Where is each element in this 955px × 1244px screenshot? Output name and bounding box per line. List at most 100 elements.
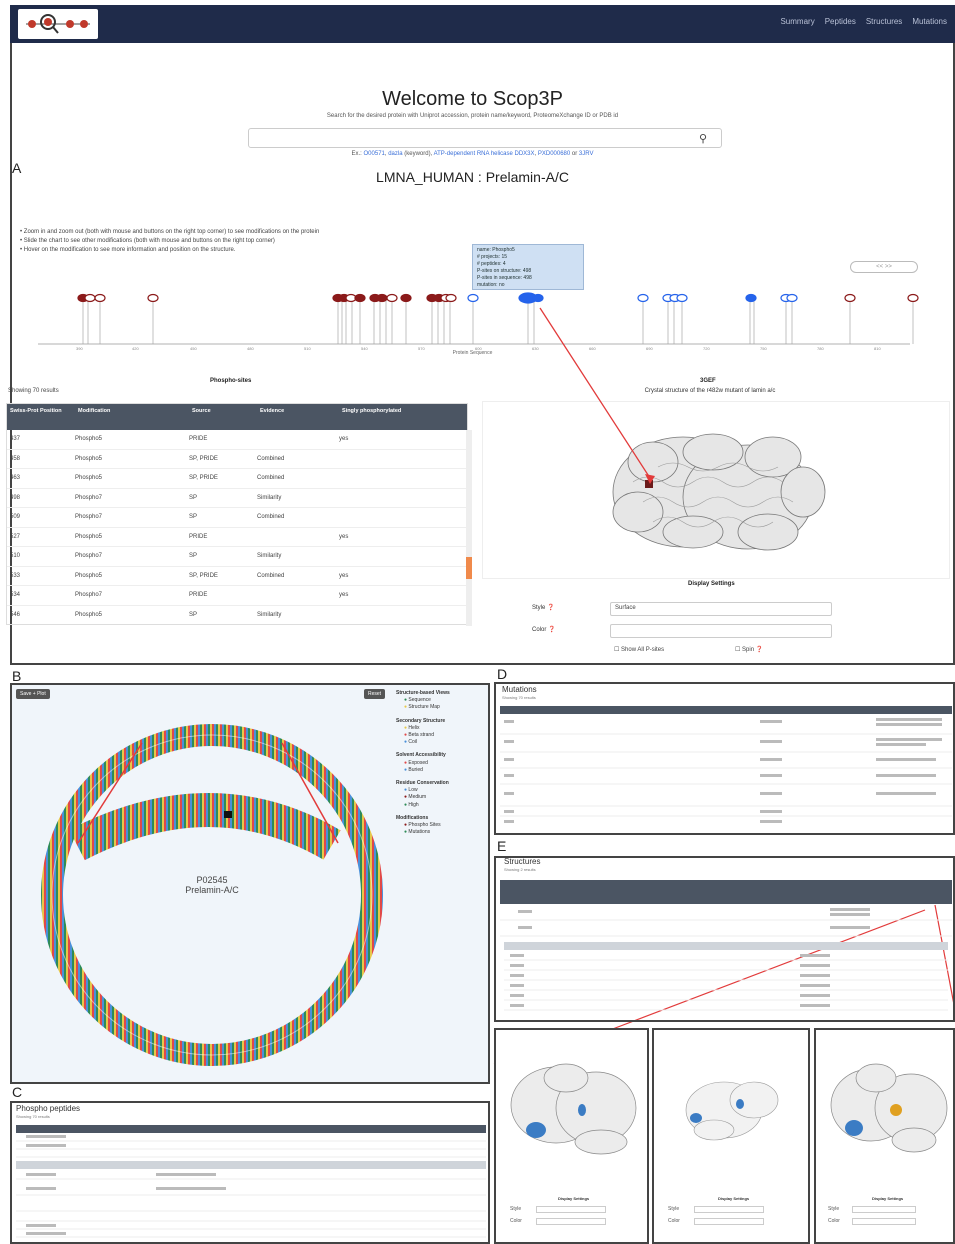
phospho-sites-blue[interactable] (467, 292, 798, 304)
viewer-color-select[interactable] (852, 1218, 916, 1225)
results-count: Showing 70 results (8, 388, 59, 394)
scop3p-logo[interactable] (18, 9, 98, 39)
table-cell: PRIDE (189, 592, 208, 599)
table-cell: SP (189, 494, 198, 501)
legend-item[interactable]: ● Mutations (396, 829, 486, 836)
zoom-control[interactable]: << >> (850, 261, 918, 273)
protein-render-1 (510, 1063, 637, 1155)
structure-viewer[interactable] (482, 401, 950, 579)
search-icon[interactable]: ⚲ (699, 132, 707, 145)
table-row[interactable]: 509 Phospho7 SP Combined (7, 508, 467, 528)
protein-render-3 (830, 1063, 948, 1153)
viewer-style-label: Style (828, 1206, 840, 1212)
protein-render-2 (685, 1081, 779, 1141)
example-link-3[interactable]: ATP-dependent RNA helicase DDX3X (434, 151, 535, 157)
circular-protein-plot[interactable] (32, 715, 392, 1075)
viewer-settings-title: Display Settings (872, 1196, 904, 1201)
table-scrollbar[interactable] (466, 430, 472, 626)
panel-d (494, 682, 955, 835)
table-cell: Combined (257, 475, 285, 482)
column-header[interactable]: Singly phosphorylated (339, 404, 459, 430)
table-cell: 498 (10, 494, 21, 501)
legend-item[interactable]: ● Helix (396, 725, 486, 732)
table-row[interactable]: 533 Phospho5 SP, PRIDE Combined yes (7, 567, 467, 586)
viewer-color-select[interactable] (536, 1218, 606, 1225)
phospho-sites-table: Swiss-Prot Position Modification Source … (6, 403, 468, 625)
structure-viewer-2[interactable]: Display Settings Style Color (652, 1028, 810, 1244)
reset-button[interactable]: Reset (364, 689, 386, 699)
table-row[interactable]: 546 Phospho5 SP Similarity (7, 606, 467, 625)
legend-item[interactable]: ● Low (396, 787, 486, 794)
nav-structures[interactable]: Structures (866, 17, 902, 26)
legend-item[interactable]: ● Buried (396, 767, 486, 774)
viewer-style-select[interactable] (536, 1206, 606, 1213)
viewer-style-select[interactable] (852, 1206, 916, 1213)
show-all-psites-checkbox[interactable]: ☐ Show All P-sites (614, 646, 664, 653)
legend-label: Beta strand (408, 732, 434, 739)
color-select[interactable] (610, 624, 832, 638)
highlighted-site (645, 480, 653, 488)
example-link-1[interactable]: O00571 (364, 151, 385, 157)
example-link-5[interactable]: 3JRV (579, 151, 594, 157)
table-row[interactable]: 498 Phospho7 SP Similarity (7, 489, 467, 508)
example-link-4[interactable]: PXD000680 (538, 151, 570, 157)
viewer-color-label: Color (668, 1218, 680, 1224)
table-row[interactable]: 527 Phospho5 PRIDE yes (7, 528, 467, 547)
viewer-color-label: Color (828, 1218, 840, 1224)
search-input[interactable]: ⚲ (248, 128, 722, 148)
viewer-color-label: Color (510, 1218, 522, 1224)
legend-item[interactable]: ● Exposed (396, 760, 486, 767)
table-cell: Combined (257, 455, 285, 462)
table-cell: Phospho5 (75, 455, 103, 462)
table-row[interactable]: 534 Phospho7 PRIDE yes (7, 586, 467, 606)
table-scroll-thumb[interactable] (466, 557, 472, 579)
structure-viewer-1[interactable]: Display Settings Style Color (494, 1028, 649, 1244)
nav-peptides[interactable]: Peptides (825, 17, 856, 26)
example-suffix-4: or (570, 151, 578, 157)
legend-item[interactable]: ● Medium (396, 794, 486, 801)
table-row[interactable]: 437 Phospho5 PRIDE yes (7, 430, 467, 450)
legend-item[interactable]: ● Structure Map (396, 704, 486, 711)
legend-item[interactable]: ● High (396, 802, 486, 809)
table-cell: Phospho7 (75, 514, 103, 521)
column-header[interactable]: Modification (75, 404, 189, 430)
table-row[interactable]: 510 Phospho7 SP Similarity (7, 547, 467, 567)
viewer-color-select[interactable] (694, 1218, 764, 1225)
legend-spacer (396, 836, 486, 842)
column-header[interactable]: Evidence (257, 404, 339, 430)
table-cell: 510 (10, 553, 21, 560)
table-cell: Combined (257, 572, 285, 579)
legend-item[interactable]: ● Phospho Sites (396, 822, 486, 829)
table-cell: Similarity (257, 611, 282, 618)
nav-mutations[interactable]: Mutations (912, 17, 947, 26)
column-header[interactable]: Swiss-Prot Position (7, 404, 75, 430)
table-row[interactable]: 458 Phospho5 SP, PRIDE Combined (7, 450, 467, 469)
structure-pdb-title: 3GEF (700, 378, 716, 384)
lollipop-group (82, 299, 914, 344)
protein-title: LMNA_HUMAN : Prelamin-A/C (376, 169, 569, 185)
search-hint: Search for the desired protein with Unip… (326, 113, 619, 119)
viewer-style-select[interactable] (694, 1206, 764, 1213)
style-select[interactable]: Surface (610, 602, 832, 616)
peptides-title: Phospho peptides (16, 1104, 81, 1113)
legend-item[interactable]: ● Beta strand (396, 732, 486, 739)
table-cell: 534 (10, 592, 21, 599)
nav-summary[interactable]: Summary (780, 17, 814, 26)
table-cell: yes (339, 533, 349, 540)
structure-description: Crystal structure of the r482w mutant of… (644, 388, 776, 394)
table-row[interactable]: 463 Phospho5 SP, PRIDE Combined (7, 469, 467, 489)
column-header[interactable]: Source (189, 404, 257, 430)
table-cell: SP (189, 514, 198, 521)
legend-heading: Secondary Structure (396, 717, 446, 724)
modification-track[interactable]: 390 420 450 480 510 540 570 600 630 660 690 720 750 7… (20, 282, 930, 352)
example-suffix-2: (keyword), (402, 151, 433, 157)
table-body: 437 Phospho5 PRIDE yes 458 Phospho5 SP, PRIDE C… (7, 430, 467, 625)
spin-checkbox[interactable]: ☐ Spin ❓ (735, 646, 763, 653)
logo-icon (26, 14, 90, 34)
save-plot-button[interactable]: Save + Plot (16, 689, 50, 699)
instruction-item: • Hover on the modification to see more … (20, 247, 236, 253)
legend-item[interactable]: ● Sequence (396, 697, 486, 704)
legend-item[interactable]: ● Coil (396, 739, 486, 746)
structure-viewer-3[interactable]: Display Settings Style Color (814, 1028, 955, 1244)
example-link-2[interactable]: dazla (388, 151, 402, 157)
